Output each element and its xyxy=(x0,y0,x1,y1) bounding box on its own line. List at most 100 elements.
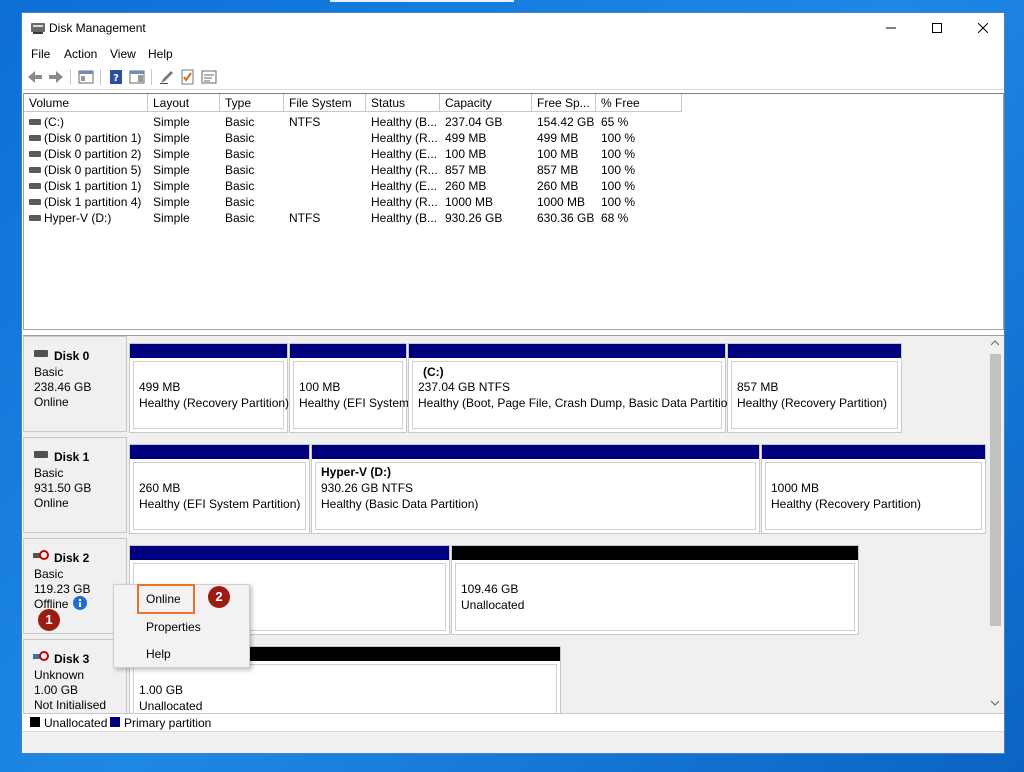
disk1-partition-d[interactable]: Hyper-V (D:) 930.26 GB NTFS Healthy (Bas… xyxy=(311,444,760,534)
disk0-partition-5[interactable]: 857 MB Healthy (Recovery Partition) xyxy=(727,343,902,433)
info-icon[interactable] xyxy=(73,596,87,610)
disk1-partition-1[interactable]: 260 MB Healthy (EFI System Partition) xyxy=(129,444,310,534)
back-arrow-icon xyxy=(28,71,42,83)
maximize-icon xyxy=(932,23,942,33)
menu-file[interactable]: File xyxy=(31,47,50,61)
scroll-up-icon[interactable] xyxy=(991,340,999,346)
volume-cell: 154.42 GB xyxy=(537,115,595,129)
volume-list: Volume Layout Type File System Status Ca… xyxy=(23,93,1004,330)
action-pane-icon xyxy=(129,70,145,84)
disk-name: Disk 0 xyxy=(54,349,90,363)
disk-0-label[interactable]: Disk 0 Basic 238.46 GB Online xyxy=(23,336,127,432)
help-button[interactable]: ? xyxy=(107,68,125,86)
disk0-partition-2[interactable]: 100 MB Healthy (EFI System xyxy=(289,343,410,433)
column-header-status[interactable]: Status xyxy=(366,94,440,112)
volume-row[interactable]: (Disk 0 partition 1) Simple Basic Healthy (… xyxy=(24,130,1003,146)
primary-partition-swatch xyxy=(110,717,120,727)
column-header-free-space[interactable]: Free Sp... xyxy=(532,94,596,112)
volume-cell: Healthy (R... xyxy=(371,131,438,145)
disk2-unallocated[interactable]: 109.46 GB Unallocated xyxy=(451,545,859,635)
volume-cell: 260 MB xyxy=(537,179,579,193)
column-header-capacity[interactable]: Capacity xyxy=(440,94,532,112)
checklist-button[interactable] xyxy=(179,68,197,86)
minimize-button[interactable] xyxy=(868,13,914,43)
volume-cell: 100 MB xyxy=(537,147,579,161)
volume-cell: 65 % xyxy=(601,115,629,129)
volume-cell: Healthy (R... xyxy=(371,195,438,209)
disk-drive-icon xyxy=(34,451,48,458)
volume-cell: Healthy (R... xyxy=(371,163,438,177)
disk-drive-icon xyxy=(34,350,48,357)
show-hide-action-pane-button[interactable] xyxy=(128,68,146,86)
volume-cell: 857 MB xyxy=(445,163,487,177)
partition-status: Healthy (Basic Data Partition) xyxy=(321,497,479,511)
primary-partition-bar xyxy=(728,344,901,358)
column-header-layout[interactable]: Layout xyxy=(148,94,220,112)
disk-size: 238.46 GB xyxy=(34,380,92,394)
volume-drive-icon xyxy=(29,167,41,173)
console-tree-button[interactable] xyxy=(77,68,95,86)
volume-drive-icon xyxy=(29,151,41,157)
step-badge-1: 1 xyxy=(38,609,60,631)
primary-partition-bar xyxy=(409,344,725,358)
menu-item-help[interactable]: Help xyxy=(146,647,171,661)
volume-cell: Basic xyxy=(225,115,255,129)
volume-cell: 630.36 GB xyxy=(537,211,595,225)
volume-cell: 100 % xyxy=(601,163,636,177)
partition-size: 109.46 GB xyxy=(461,582,519,596)
disk-type: Basic xyxy=(34,466,64,480)
unallocated-swatch xyxy=(30,717,40,727)
volume-row[interactable]: (C:) Simple Basic NTFS Healthy (B... 237.04 G… xyxy=(24,114,1003,130)
volume-cell: 499 MB xyxy=(537,131,579,145)
maximize-button[interactable] xyxy=(914,13,960,43)
volume-cell: 68 % xyxy=(601,211,629,225)
menu-bar: File Action View Help xyxy=(22,44,1004,64)
partition-status: Healthy (Recovery Partition) xyxy=(139,396,290,410)
disk-size: 1.00 GB xyxy=(34,683,79,697)
back-button[interactable] xyxy=(26,68,44,86)
disk-3-label[interactable]: Disk 3 Unknown 1.00 GB Not Initialised xyxy=(23,639,127,714)
properties-icon xyxy=(201,70,217,84)
menu-action[interactable]: Action xyxy=(64,47,97,61)
partition-size: 930.26 GB NTFS xyxy=(321,481,414,495)
volume-cell: Simple xyxy=(153,195,190,209)
disk0-partition-c[interactable]: (C:) 237.04 GB NTFS Healthy (Boot, Page … xyxy=(408,343,738,433)
volume-cell: Hyper-V (D:) xyxy=(44,211,112,225)
connect-button[interactable] xyxy=(158,68,176,86)
volume-row[interactable]: (Disk 0 partition 5) Simple Basic Healthy (… xyxy=(24,162,1003,178)
scroll-thumb[interactable] xyxy=(990,354,1001,626)
column-header-type[interactable]: Type xyxy=(220,94,284,112)
partition-status: Healthy (EFI System Partition) xyxy=(139,497,301,511)
vertical-scrollbar[interactable] xyxy=(986,336,1004,714)
volume-cell: 237.04 GB xyxy=(445,115,503,129)
disk1-partition-4[interactable]: 1000 MB Healthy (Recovery Partition) xyxy=(761,444,986,534)
disk-1-label[interactable]: Disk 1 Basic 931.50 GB Online xyxy=(23,437,127,533)
volume-cell: 499 MB xyxy=(445,131,487,145)
column-header-percent-free[interactable]: % Free xyxy=(596,94,682,112)
partition-size: 857 MB xyxy=(737,380,779,394)
partition-title: Hyper-V (D:) xyxy=(321,465,392,479)
disk-offline-icon xyxy=(33,550,49,560)
volume-row[interactable]: (Disk 0 partition 2) Simple Basic Healthy (… xyxy=(24,146,1003,162)
menu-help[interactable]: Help xyxy=(148,47,173,61)
title-bar[interactable]: Disk Management xyxy=(22,13,1004,43)
volume-cell: 100 MB xyxy=(445,147,487,161)
properties-button[interactable] xyxy=(200,68,218,86)
scroll-down-icon[interactable] xyxy=(991,700,999,706)
disk0-partition-1[interactable]: 499 MB Healthy (Recovery Partition) xyxy=(129,343,290,433)
menu-view[interactable]: View xyxy=(110,47,136,61)
disk-management-app-icon xyxy=(31,23,45,34)
volume-row[interactable]: (Disk 1 partition 4) Simple Basic Healthy (… xyxy=(24,194,1003,210)
menu-item-properties[interactable]: Properties xyxy=(146,620,201,634)
column-header-volume[interactable]: Volume xyxy=(24,94,148,112)
close-button[interactable] xyxy=(960,13,1004,43)
volume-cell: 260 MB xyxy=(445,179,487,193)
column-header-file-system[interactable]: File System xyxy=(284,94,366,112)
volume-row[interactable]: Hyper-V (D:) Simple Basic NTFS Healthy (B...… xyxy=(24,210,1003,226)
partition-status: Healthy (EFI System xyxy=(299,396,410,410)
volume-row[interactable]: (Disk 1 partition 1) Simple Basic Healthy (… xyxy=(24,178,1003,194)
window-title: Disk Management xyxy=(49,21,146,35)
forward-button[interactable] xyxy=(47,68,65,86)
disk-type: Unknown xyxy=(34,668,85,682)
volume-cell: 100 % xyxy=(601,131,636,145)
